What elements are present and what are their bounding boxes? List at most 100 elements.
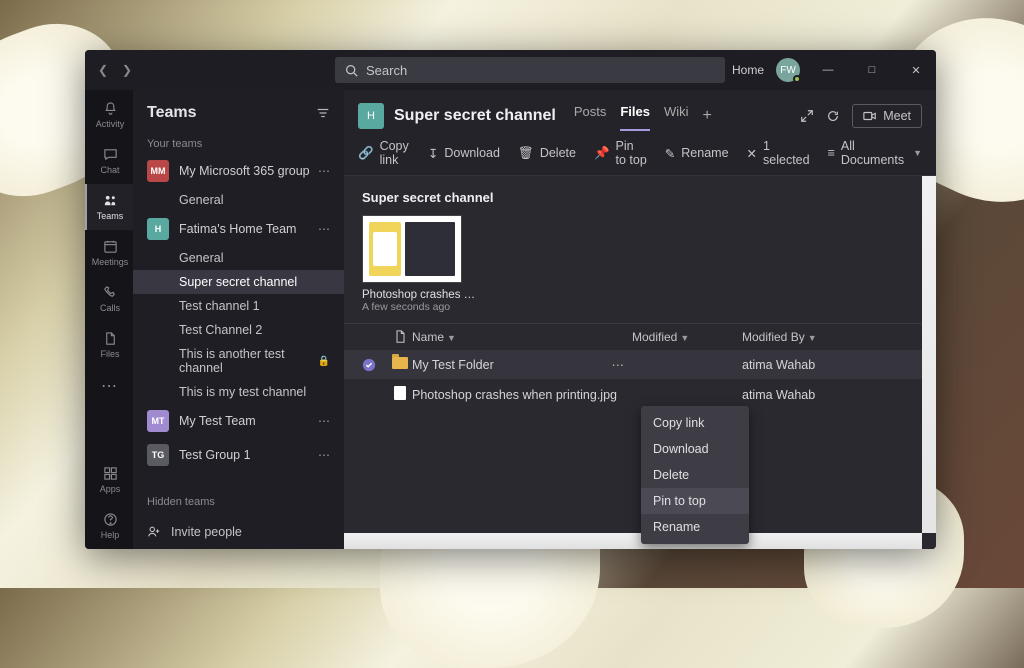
row-checkbox[interactable] bbox=[362, 358, 388, 372]
teams-app-window: ❮ ❯ Search Home FW — □ ✕ Activity bbox=[85, 50, 936, 549]
download-button[interactable]: ↧Download bbox=[428, 146, 500, 161]
chevron-down-icon: ▼ bbox=[808, 333, 817, 343]
section-your-teams: Your teams bbox=[133, 132, 344, 154]
copy-link-button[interactable]: 🔗Copy link bbox=[358, 139, 410, 167]
app-rail: Activity Chat Teams Meetings Calls Files… bbox=[85, 90, 133, 549]
download-icon: ↧ bbox=[428, 146, 438, 161]
all-documents-view[interactable]: ≡All Documents▼ bbox=[828, 139, 922, 167]
team-more-icon[interactable]: ⋯ bbox=[318, 222, 330, 236]
col-modified[interactable]: Modified▼ bbox=[632, 330, 742, 344]
pinned-thumbnail bbox=[362, 215, 462, 283]
invite-people-button[interactable]: Invite people bbox=[133, 518, 344, 546]
search-placeholder: Search bbox=[366, 63, 407, 78]
channel-item[interactable]: Test channel 1 bbox=[133, 294, 344, 318]
rail-help[interactable]: Help bbox=[85, 503, 133, 549]
close-icon: ✕ bbox=[747, 146, 757, 161]
titlebar: ❮ ❯ Search Home FW — □ ✕ bbox=[85, 50, 936, 90]
search-icon bbox=[345, 64, 358, 77]
team-row[interactable]: MM My Microsoft 365 group ⋯ bbox=[133, 154, 344, 188]
invite-icon bbox=[147, 525, 161, 539]
team-row[interactable]: TG Test Group 1 ⋯ bbox=[133, 438, 344, 472]
team-more-icon[interactable]: ⋯ bbox=[318, 164, 330, 178]
pin-icon: 🔒 bbox=[318, 356, 330, 367]
avatar[interactable]: FW bbox=[776, 58, 800, 82]
list-icon: ≡ bbox=[828, 146, 835, 160]
team-row[interactable]: H Fatima's Home Team ⋯ bbox=[133, 212, 344, 246]
rail-activity[interactable]: Activity bbox=[85, 92, 133, 138]
rename-icon: ✎ bbox=[665, 146, 675, 161]
close-button[interactable]: ✕ bbox=[900, 50, 932, 90]
ctx-pin-to-top[interactable]: Pin to top bbox=[641, 488, 749, 514]
filter-icon[interactable] bbox=[316, 106, 330, 120]
delete-button[interactable]: 🗑Delete bbox=[518, 146, 576, 161]
channel-item[interactable]: This is another test channel🔒 bbox=[133, 342, 344, 380]
pinned-card[interactable]: Photoshop crashes wh... A few seconds ag… bbox=[362, 215, 482, 313]
channel-item-active[interactable]: Super secret channel bbox=[133, 270, 344, 294]
files-icon bbox=[103, 331, 118, 347]
team-row[interactable]: MT My Test Team ⋯ bbox=[133, 404, 344, 438]
folder-icon bbox=[392, 357, 408, 369]
tab-posts[interactable]: Posts bbox=[574, 100, 607, 131]
join-create-team-button[interactable]: Join or create a team bbox=[133, 546, 344, 549]
file-name: Photoshop crashes when printing.jpg bbox=[412, 388, 617, 402]
team-name: My Test Team bbox=[179, 414, 256, 428]
col-name[interactable]: Name▼ bbox=[412, 330, 632, 344]
add-tab-button[interactable]: + bbox=[703, 107, 712, 125]
channel-item[interactable]: This is my test channel bbox=[133, 380, 344, 404]
channel-item[interactable]: General bbox=[133, 246, 344, 270]
ctx-download[interactable]: Download bbox=[641, 436, 749, 462]
team-more-icon[interactable]: ⋯ bbox=[318, 448, 330, 462]
context-menu: Copy link Download Delete Pin to top Ren… bbox=[641, 406, 749, 544]
pin-icon: 📌 bbox=[594, 146, 610, 161]
row-more-button[interactable]: ⋯ bbox=[612, 357, 625, 372]
refresh-icon[interactable] bbox=[826, 109, 840, 123]
rail-more-icon[interactable]: ⋯ bbox=[101, 368, 117, 404]
rail-calls[interactable]: Calls bbox=[85, 276, 133, 322]
ctx-copy-link[interactable]: Copy link bbox=[641, 410, 749, 436]
search-input[interactable]: Search bbox=[335, 57, 725, 83]
bell-icon bbox=[103, 101, 118, 117]
minimize-button[interactable]: — bbox=[812, 50, 844, 90]
rename-button[interactable]: ✎Rename bbox=[665, 146, 729, 161]
channel-item[interactable]: General bbox=[133, 188, 344, 212]
meet-button[interactable]: Meet bbox=[852, 104, 922, 128]
team-tile: MT bbox=[147, 410, 169, 432]
team-more-icon[interactable]: ⋯ bbox=[318, 414, 330, 428]
nav-back-icon[interactable]: ❮ bbox=[91, 63, 115, 77]
vertical-scrollbar[interactable] bbox=[922, 176, 936, 533]
maximize-button[interactable]: □ bbox=[856, 50, 888, 90]
pin-to-top-button[interactable]: 📌Pin to top bbox=[594, 139, 647, 167]
breadcrumb[interactable]: Super secret channel bbox=[344, 176, 922, 215]
calendar-icon bbox=[103, 239, 118, 255]
tab-files[interactable]: Files bbox=[620, 100, 650, 131]
file-row-selected[interactable]: My Test Folder⋯ atima Wahab bbox=[344, 350, 922, 379]
ctx-rename[interactable]: Rename bbox=[641, 514, 749, 540]
help-icon bbox=[103, 512, 118, 528]
file-row[interactable]: Photoshop crashes when printing.jpg atim… bbox=[344, 379, 922, 410]
pinned-name: Photoshop crashes wh... bbox=[362, 289, 482, 301]
home-label[interactable]: Home bbox=[732, 63, 764, 77]
phone-icon bbox=[103, 285, 118, 301]
channel-item[interactable]: Test Channel 2 bbox=[133, 318, 344, 342]
channel-tile: H bbox=[358, 103, 384, 129]
rail-apps[interactable]: Apps bbox=[85, 457, 133, 503]
rail-chat[interactable]: Chat bbox=[85, 138, 133, 184]
tab-wiki[interactable]: Wiki bbox=[664, 100, 689, 131]
rail-meetings[interactable]: Meetings bbox=[85, 230, 133, 276]
file-type-icon[interactable] bbox=[388, 330, 412, 344]
channel-title: Super secret channel bbox=[394, 107, 556, 125]
ctx-delete[interactable]: Delete bbox=[641, 462, 749, 488]
expand-icon[interactable] bbox=[800, 109, 814, 123]
rail-files[interactable]: Files bbox=[85, 322, 133, 368]
channel-header: H Super secret channel Posts Files Wiki … bbox=[344, 90, 936, 131]
col-modified-by[interactable]: Modified By▼ bbox=[742, 330, 862, 344]
horizontal-scrollbar[interactable] bbox=[344, 533, 922, 549]
files-table-header: Name▼ Modified▼ Modified By▼ bbox=[344, 323, 922, 350]
team-tile: MM bbox=[147, 160, 169, 182]
content-area: H Super secret channel Posts Files Wiki … bbox=[344, 90, 936, 549]
chevron-down-icon: ▼ bbox=[913, 148, 922, 158]
nav-forward-icon[interactable]: ❯ bbox=[115, 63, 139, 77]
clear-selection-button[interactable]: ✕1 selected bbox=[747, 139, 810, 167]
rail-teams[interactable]: Teams bbox=[85, 184, 133, 230]
pinned-sub: A few seconds ago bbox=[362, 301, 482, 313]
